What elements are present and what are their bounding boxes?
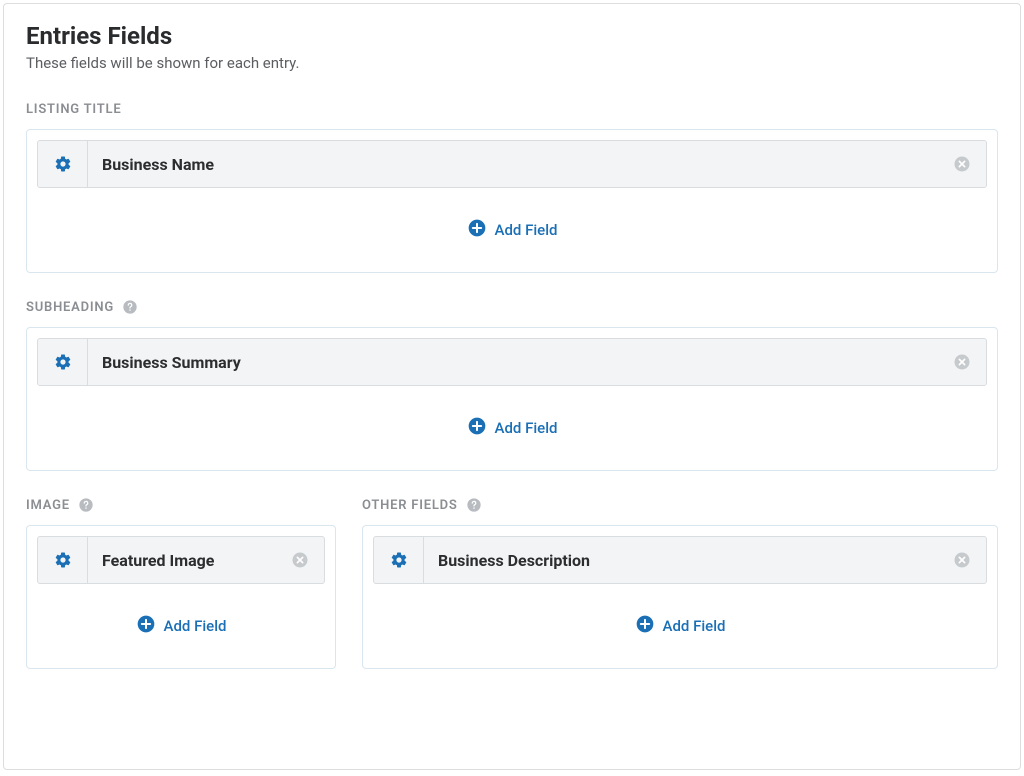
row-image-other: IMAGE Featured Image Add Field OTHER FIE… (26, 497, 998, 695)
gear-icon[interactable] (38, 141, 88, 187)
drop-area-image[interactable]: Featured Image Add Field (26, 525, 336, 669)
section-label-other-fields: OTHER FIELDS (362, 497, 998, 513)
page-subtitle: These fields will be shown for each entr… (26, 54, 998, 72)
plus-icon (635, 614, 655, 638)
field-chip-business-name[interactable]: Business Name (37, 140, 987, 188)
section-other-fields: OTHER FIELDS Business Description Add Fi… (362, 497, 998, 669)
help-icon[interactable] (466, 497, 482, 513)
gear-icon[interactable] (38, 537, 88, 583)
add-field-label: Add Field (663, 617, 726, 635)
drop-area-subheading[interactable]: Business Summary Add Field (26, 327, 998, 471)
add-field-label: Add Field (164, 617, 227, 635)
section-label-image: IMAGE (26, 497, 336, 513)
add-field-button[interactable]: Add Field (37, 188, 987, 262)
section-label-text: LISTING TITLE (26, 102, 121, 117)
section-subheading: SUBHEADING Business Summary Add Field (26, 299, 998, 471)
section-image: IMAGE Featured Image Add Field (26, 497, 336, 669)
field-chip-label: Business Summary (88, 339, 938, 385)
field-chip-label: Business Description (424, 537, 938, 583)
close-icon[interactable] (938, 339, 986, 385)
drop-area-listing-title[interactable]: Business Name Add Field (26, 129, 998, 273)
add-field-label: Add Field (495, 419, 558, 437)
page-title: Entries Fields (26, 22, 998, 50)
drop-area-other-fields[interactable]: Business Description Add Field (362, 525, 998, 669)
close-icon[interactable] (938, 141, 986, 187)
section-label-text: OTHER FIELDS (362, 498, 458, 513)
field-chip-business-description[interactable]: Business Description (373, 536, 987, 584)
field-chip-label: Featured Image (88, 537, 276, 583)
field-chip-featured-image[interactable]: Featured Image (37, 536, 325, 584)
section-label-subheading: SUBHEADING (26, 299, 998, 315)
section-label-text: SUBHEADING (26, 300, 114, 315)
plus-icon (467, 218, 487, 242)
add-field-button[interactable]: Add Field (37, 584, 325, 658)
section-label-text: IMAGE (26, 498, 70, 513)
plus-icon (136, 614, 156, 638)
add-field-button[interactable]: Add Field (373, 584, 987, 658)
field-chip-label: Business Name (88, 141, 938, 187)
help-icon[interactable] (78, 497, 94, 513)
section-listing-title: LISTING TITLE Business Name Add Field (26, 102, 998, 273)
add-field-label: Add Field (495, 221, 558, 239)
close-icon[interactable] (276, 537, 324, 583)
close-icon[interactable] (938, 537, 986, 583)
plus-icon (467, 416, 487, 440)
field-chip-business-summary[interactable]: Business Summary (37, 338, 987, 386)
add-field-button[interactable]: Add Field (37, 386, 987, 460)
gear-icon[interactable] (38, 339, 88, 385)
help-icon[interactable] (122, 299, 138, 315)
gear-icon[interactable] (374, 537, 424, 583)
section-label-listing-title: LISTING TITLE (26, 102, 998, 117)
entries-fields-panel: Entries Fields These fields will be show… (3, 3, 1021, 770)
